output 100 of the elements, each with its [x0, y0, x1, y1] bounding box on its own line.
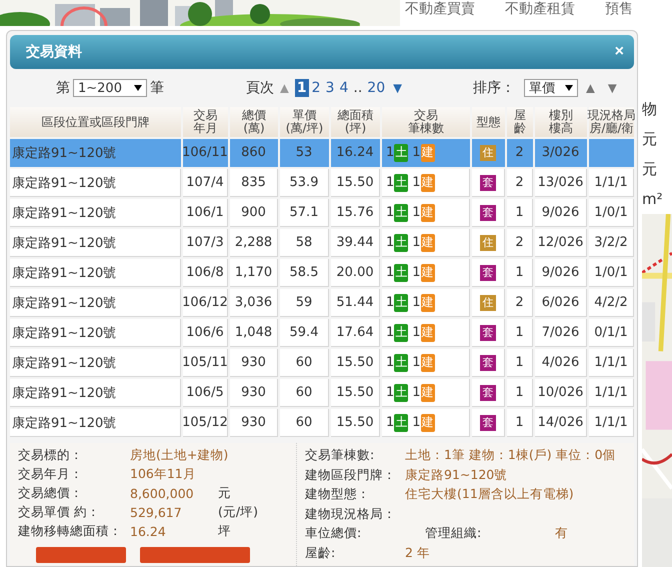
type-tag: 套 [480, 174, 496, 190]
action-button[interactable] [36, 547, 126, 563]
header-text: 齡 [514, 122, 526, 135]
layout-cell: 0/1/1 [589, 319, 634, 347]
sort-ascending-button[interactable]: ▲ [580, 80, 600, 96]
unit-price-cell: 60 [280, 349, 329, 377]
layout-cell: 3/2/2 [589, 229, 634, 257]
type-tag: 套 [480, 264, 496, 280]
page-text: 元 [642, 129, 658, 150]
age-cell: 1 [507, 259, 533, 287]
nav-link[interactable]: 不動產買賣 [405, 0, 475, 18]
age-cell: 1 [507, 199, 533, 227]
caret-icon [564, 85, 573, 91]
page-link[interactable]: 2 [310, 79, 323, 97]
address-cell[interactable]: 康定路91~120號 [10, 349, 181, 377]
page-link[interactable]: 20 [365, 79, 388, 97]
total-price-cell: 2,288 [230, 229, 278, 257]
building-tag: 建 [420, 354, 435, 372]
type-tag: 套 [480, 354, 496, 370]
detail-label: 車位總價: [305, 525, 362, 542]
nav-link[interactable]: 不動產租賃 [505, 0, 575, 18]
address-cell[interactable]: 康定路91~120號 [10, 379, 181, 407]
area-cell: 15.50 [331, 379, 380, 407]
unit-price-cell: 53 [280, 139, 329, 167]
detail-value: 16.24 [130, 524, 167, 539]
building-tag: 建 [420, 174, 435, 192]
detail-label: 屋齡: [305, 544, 336, 562]
sort-select[interactable]: 單價 [524, 79, 578, 97]
address-cell[interactable]: 康定路91~120號 [10, 259, 181, 287]
range-select[interactable]: 1~200 [73, 79, 147, 97]
address-cell[interactable]: 康定路91~120號 [10, 199, 181, 227]
layout-cell: 1/0/1 [589, 259, 634, 287]
floor-cell: 13/026 [535, 169, 587, 197]
total-price-cell: 930 [230, 379, 278, 407]
total-price-cell: 860 [230, 139, 278, 167]
building-count: 1 [412, 145, 421, 160]
address-cell[interactable]: 康定路91~120號 [10, 289, 181, 317]
page-link[interactable]: 3 [324, 79, 336, 97]
date-cell: 106/12 [183, 289, 228, 317]
next-page-button[interactable]: ▼ [388, 80, 407, 96]
range-suffix: 筆 [150, 79, 164, 97]
address-cell[interactable]: 康定路91~120號 [10, 229, 181, 257]
age-cell: 2 [507, 139, 533, 167]
header-text: 樓別 [549, 109, 573, 122]
area-cell: 20.00 [331, 259, 380, 287]
page-text: m² [642, 189, 664, 210]
total-price-cell: 3,036 [230, 289, 278, 317]
header-text: (萬/坪) [286, 122, 324, 135]
address-cell[interactable]: 康定路91~120號 [10, 169, 181, 197]
detail-value: 土地：1筆 建物：1棟(戶) 車位：0個 [405, 447, 617, 464]
close-button[interactable]: × [614, 43, 624, 61]
caret-icon [134, 85, 142, 91]
detail-unit: 坪 [218, 523, 232, 540]
building-tag: 建 [420, 414, 435, 432]
page-text: 物 [642, 99, 658, 120]
land-count: 1 [386, 325, 394, 340]
floor-cell: 4/026 [535, 349, 587, 377]
detail-unit: 元 [218, 485, 232, 502]
floor-cell: 12/026 [535, 229, 587, 257]
layout-cell: 1/0/1 [589, 199, 634, 227]
floor-cell: 7/026 [535, 319, 587, 347]
nav-link[interactable]: 預售 [605, 0, 633, 18]
action-button[interactable] [140, 547, 250, 563]
building-count: 1 [412, 355, 421, 370]
land-count: 1 [386, 355, 394, 370]
range-prefix: 第 [56, 79, 70, 97]
address-cell[interactable]: 康定路91~120號 [10, 139, 181, 167]
header-text: (坪) [344, 122, 368, 135]
detail-value: 有 [555, 525, 569, 542]
header-text: 交易 [413, 109, 439, 122]
building-count: 1 [412, 205, 421, 220]
detail-label: 交易單價 約： [18, 504, 101, 521]
address-cell[interactable]: 康定路91~120號 [10, 409, 181, 437]
age-cell: 2 [507, 289, 533, 317]
area-cell: 39.44 [331, 229, 380, 257]
page-link[interactable]: 4 [337, 79, 350, 97]
unit-price-cell: 58.5 [280, 259, 329, 287]
header-text: 總面積 [338, 109, 374, 122]
unit-price-cell: 60 [280, 409, 329, 437]
detail-unit: (元/坪) [218, 504, 259, 521]
floor-cell: 14/026 [535, 409, 587, 437]
layout-cell [589, 139, 634, 167]
detail-label: 交易筆棟數: [305, 447, 376, 464]
type-tag: 套 [480, 414, 496, 430]
building-count: 1 [412, 265, 421, 280]
sort-descending-button[interactable]: ▼ [602, 80, 622, 96]
detail-value: 房地(土地+建物) [130, 447, 230, 464]
floor-cell: 3/026 [535, 139, 587, 167]
area-cell: 15.50 [331, 409, 380, 437]
date-cell: 105/11 [183, 349, 228, 377]
date-cell: 106/8 [183, 259, 228, 287]
unit-price-cell: 59.4 [280, 319, 329, 347]
date-cell: 107/3 [183, 229, 228, 257]
land-tag: 土 [394, 414, 408, 432]
area-cell: 15.50 [331, 169, 380, 197]
total-price-cell: 900 [230, 199, 278, 227]
page-link[interactable]: 1 [294, 79, 309, 97]
address-cell[interactable]: 康定路91~120號 [10, 319, 181, 347]
header-text: 筆棟數 [408, 122, 444, 135]
type-tag: 住 [480, 144, 496, 160]
